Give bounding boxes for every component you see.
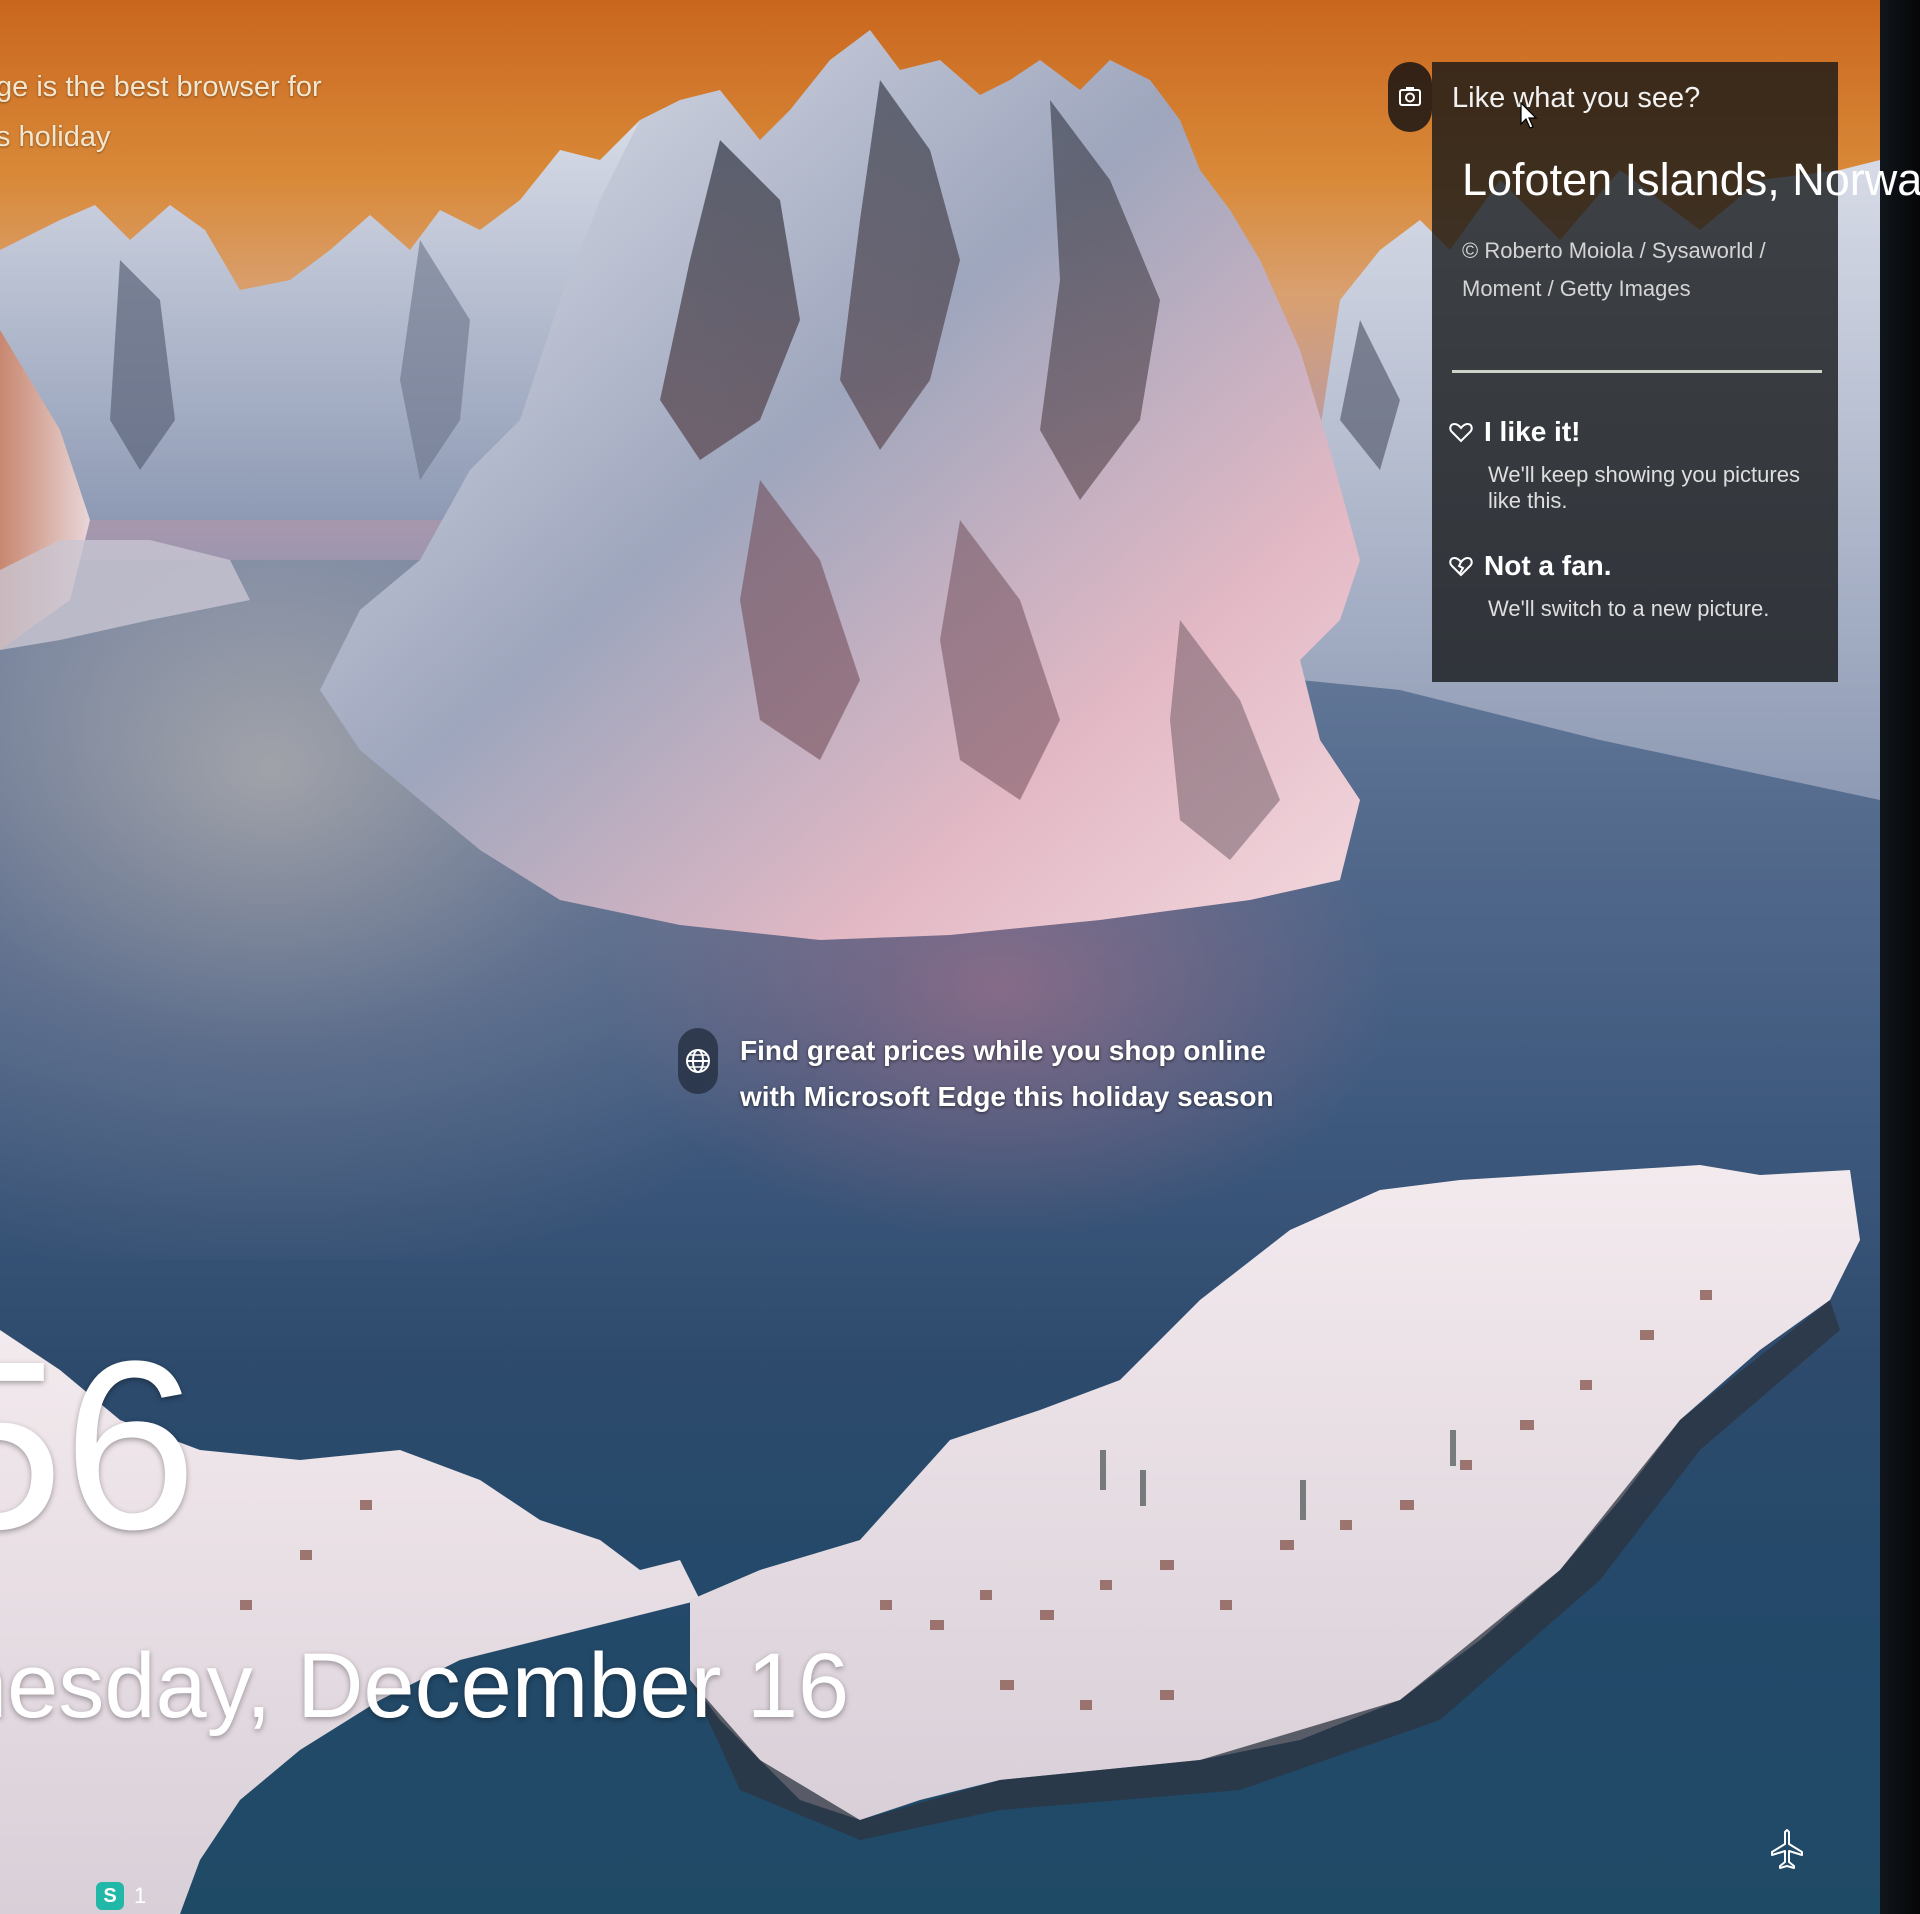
panel-divider bbox=[1452, 370, 1822, 373]
camera-icon bbox=[1399, 87, 1421, 106]
spotlight-question: Like what you see? bbox=[1452, 82, 1701, 114]
dislike-option-description: We'll switch to a new picture. bbox=[1488, 596, 1770, 621]
spotlight-toggle-button[interactable] bbox=[1388, 62, 1432, 132]
monitor-bezel bbox=[1880, 0, 1920, 1914]
heart-broken-icon bbox=[1449, 556, 1473, 577]
like-option-description: We'll keep showing you pictures like thi… bbox=[1488, 462, 1800, 513]
dislike-option[interactable]: Not a fan. We'll switch to a new picture… bbox=[1448, 550, 1828, 622]
edge-ad-line-1: ge is the best browser for bbox=[0, 71, 322, 103]
airplane-mode-button[interactable] bbox=[1764, 1822, 1810, 1878]
lock-screen-time: 56 bbox=[0, 1311, 197, 1579]
mouse-cursor-icon bbox=[1520, 102, 1538, 129]
notification-status: S 1 bbox=[96, 1882, 146, 1910]
edge-shopping-ad-text: Find great prices while you shop online … bbox=[740, 1028, 1274, 1120]
dislike-option-title: Not a fan. bbox=[1484, 550, 1612, 581]
spotlight-info-panel: Like what you see? Lofoten Islands, Norw… bbox=[1432, 62, 1920, 682]
globe-icon bbox=[686, 1049, 710, 1073]
notification-count: 1 bbox=[134, 1883, 147, 1908]
airplane-icon bbox=[1771, 1829, 1803, 1869]
edge-shopping-ad-line-2: with Microsoft Edge this holiday season bbox=[740, 1081, 1274, 1112]
spotlight-credit: © Roberto Moiola / Sysaworld / Moment / … bbox=[1462, 238, 1766, 301]
globe-button bbox=[678, 1028, 718, 1094]
lock-screen-date: nesday, December 16 bbox=[0, 1635, 850, 1737]
lock-screen: ge is the best browser for s holiday Lik… bbox=[0, 0, 1920, 1914]
heart-icon bbox=[1449, 422, 1473, 443]
edge-ad-text[interactable]: ge is the best browser for s holiday bbox=[0, 62, 322, 162]
edge-shopping-ad-line-1: Find great prices while you shop online bbox=[740, 1035, 1266, 1066]
edge-ad-line-2: s holiday bbox=[0, 121, 111, 153]
like-option[interactable]: I like it! We'll keep showing you pictur… bbox=[1448, 416, 1828, 514]
like-option-title: I like it! bbox=[1484, 416, 1581, 447]
edge-shopping-ad[interactable]: Find great prices while you shop online … bbox=[678, 1028, 1274, 1120]
spotlight-location[interactable]: Lofoten Islands, Norway bbox=[1462, 154, 1920, 206]
app-badge-icon: S bbox=[96, 1882, 124, 1910]
